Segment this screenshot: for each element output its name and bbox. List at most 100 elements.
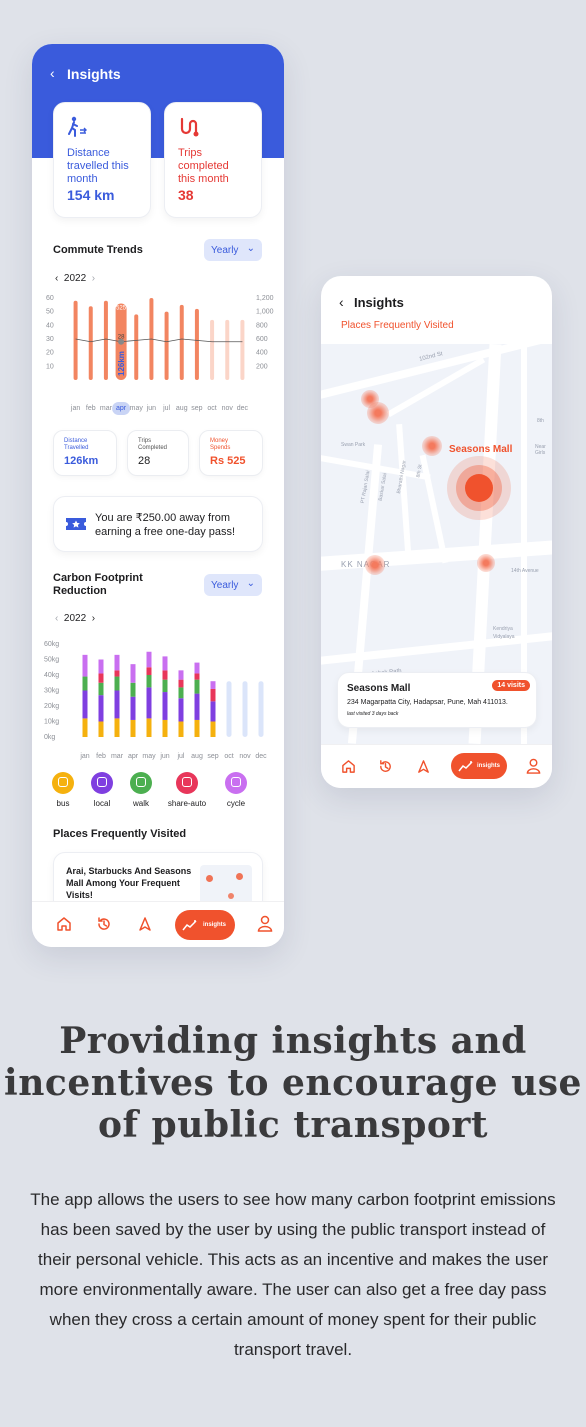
place-name: Seasons Mall bbox=[347, 683, 411, 694]
carbon-bar-segment bbox=[210, 681, 216, 689]
x-tick-label: jan bbox=[70, 405, 80, 412]
x-tick-label: feb bbox=[86, 405, 96, 412]
user-icon[interactable] bbox=[257, 915, 273, 933]
carbon-year-selector[interactable]: ‹ 2022 › bbox=[55, 613, 95, 624]
y-tick-label: 60 bbox=[46, 295, 54, 302]
prev-year-icon[interactable]: ‹ bbox=[55, 613, 58, 624]
x-tick-label: jul bbox=[162, 405, 170, 412]
commute-bar bbox=[88, 306, 93, 380]
seasons-mall-map-label: Seasons Mall bbox=[449, 444, 513, 455]
train-icon[interactable] bbox=[91, 772, 113, 794]
carbon-bar-segment bbox=[98, 695, 104, 722]
bottom-nav: insights bbox=[32, 901, 284, 947]
carbon-title: Carbon Footprint Reduction bbox=[53, 572, 143, 597]
pass-message: You are ₹250.00 away from earning a free… bbox=[95, 512, 236, 538]
carbon-bar-segment bbox=[210, 701, 216, 722]
summary-trips: Trips Completed 28 bbox=[127, 430, 189, 476]
map-label: Near Girls bbox=[535, 444, 546, 456]
insights-tab[interactable]: insights bbox=[175, 910, 235, 940]
carbon-bar-future bbox=[258, 681, 264, 737]
trips-value: 38 bbox=[178, 187, 194, 203]
dropdown-value: Yearly bbox=[211, 245, 239, 256]
home-icon[interactable] bbox=[56, 916, 72, 932]
year-label: 2022 bbox=[63, 273, 87, 284]
y-tick-label: 50kg bbox=[44, 657, 59, 664]
x-tick-label: may bbox=[142, 753, 156, 760]
summary-money-value: Rs 525 bbox=[210, 455, 246, 467]
carbon-bar-future bbox=[226, 681, 232, 737]
y2-tick-label: 1,000 bbox=[256, 309, 274, 316]
carbon-bar-segment bbox=[114, 654, 120, 671]
chevron-left-icon[interactable]: ‹ bbox=[339, 294, 344, 310]
carbon-bar-segment bbox=[162, 679, 168, 693]
x-tick-label: jun bbox=[159, 753, 169, 760]
map-hotspot bbox=[206, 875, 213, 882]
home-icon[interactable] bbox=[341, 759, 356, 774]
carbon-bar-segment bbox=[162, 719, 168, 737]
x-tick-label: jul bbox=[176, 753, 184, 760]
free-pass-card[interactable]: You are ₹250.00 away from earning a free… bbox=[53, 496, 263, 552]
x-tick-label: sep bbox=[191, 405, 202, 412]
commute-bar bbox=[73, 300, 78, 380]
dropdown-value: Yearly bbox=[211, 580, 239, 591]
map-hotspot[interactable] bbox=[367, 402, 389, 424]
y-tick-label: 10 bbox=[46, 363, 54, 370]
user-icon[interactable] bbox=[526, 758, 541, 775]
commute-bar bbox=[103, 300, 108, 380]
y-tick-label: 30 bbox=[46, 336, 54, 343]
map-hotspot[interactable] bbox=[422, 436, 442, 456]
commute-bar bbox=[225, 319, 230, 380]
place-detail-card[interactable]: Seasons Mall 14 visits 234 Magarpatta Ci… bbox=[337, 672, 537, 728]
chevron-down-icon: ⌄ bbox=[246, 578, 255, 589]
places-phone-screen: ‹ Insights Places Frequently Visited 102… bbox=[321, 276, 552, 788]
carbon-bar-segment bbox=[146, 718, 152, 737]
chevron-left-icon[interactable]: ‹ bbox=[50, 65, 55, 81]
carbon-period-dropdown[interactable]: Yearly ⌄ bbox=[204, 574, 262, 596]
x-tick-label: apr bbox=[128, 753, 139, 760]
next-year-icon[interactable]: › bbox=[92, 613, 95, 624]
carbon-bar-segment bbox=[114, 718, 120, 737]
summary-money-label: Money Spends bbox=[210, 438, 231, 451]
map-hotspot[interactable] bbox=[477, 554, 495, 572]
auto-rickshaw-icon[interactable] bbox=[176, 772, 198, 794]
summary-distance-label: Distance Travelled bbox=[64, 438, 89, 451]
distance-card[interactable]: Distance travelled this month 154 km bbox=[53, 102, 151, 218]
y-tick-label: 20kg bbox=[44, 703, 59, 710]
x-tick-label: dec bbox=[237, 405, 249, 412]
carbon-bar-segment bbox=[130, 696, 136, 720]
summary-trips-label: Trips Completed bbox=[138, 438, 168, 451]
commute-year-selector[interactable]: ‹ 2022 › bbox=[55, 273, 95, 284]
walk-icon[interactable] bbox=[130, 772, 152, 794]
carbon-bar-segment bbox=[194, 673, 200, 680]
history-icon[interactable] bbox=[96, 916, 112, 932]
headline: Providing insights and incentives to enc… bbox=[4, 1020, 582, 1146]
map-hotspot[interactable] bbox=[365, 555, 385, 575]
legend-label: walk bbox=[132, 799, 149, 808]
x-tick-label: may bbox=[130, 405, 144, 412]
commute-period-dropdown[interactable]: Yearly ⌄ bbox=[204, 239, 262, 261]
y-tick-label: 30kg bbox=[44, 688, 59, 695]
navigate-icon[interactable] bbox=[137, 916, 153, 932]
history-icon[interactable] bbox=[378, 759, 393, 774]
seasons-mall-marker[interactable] bbox=[465, 474, 493, 502]
carbon-bar-segment bbox=[178, 721, 184, 737]
x-tick-label: mar bbox=[111, 753, 124, 760]
commute-bar bbox=[164, 311, 169, 380]
y-tick-label: 50 bbox=[46, 309, 54, 316]
places-map[interactable]: 102nd St Swan Park PT Rajan Salai Baskar… bbox=[321, 344, 552, 744]
navigate-icon[interactable] bbox=[416, 759, 431, 774]
next-year-icon[interactable]: › bbox=[92, 273, 95, 284]
insights-phone-screen: ‹ Insights Distance travelled this month… bbox=[32, 44, 284, 947]
map-label: 8th bbox=[537, 418, 544, 424]
carbon-bar-segment bbox=[210, 688, 216, 702]
carbon-bar-segment bbox=[162, 656, 168, 671]
bus-icon[interactable] bbox=[52, 772, 74, 794]
trips-card[interactable]: Trips completed this month 38 bbox=[164, 102, 262, 218]
carbon-bar-future bbox=[242, 681, 248, 737]
commute-bar bbox=[179, 304, 184, 380]
bicycle-icon[interactable] bbox=[225, 772, 247, 794]
commute-bar bbox=[134, 314, 139, 380]
carbon-bar-segment bbox=[82, 718, 88, 737]
insights-tab[interactable]: insights bbox=[451, 753, 507, 779]
prev-year-icon[interactable]: ‹ bbox=[55, 273, 58, 284]
